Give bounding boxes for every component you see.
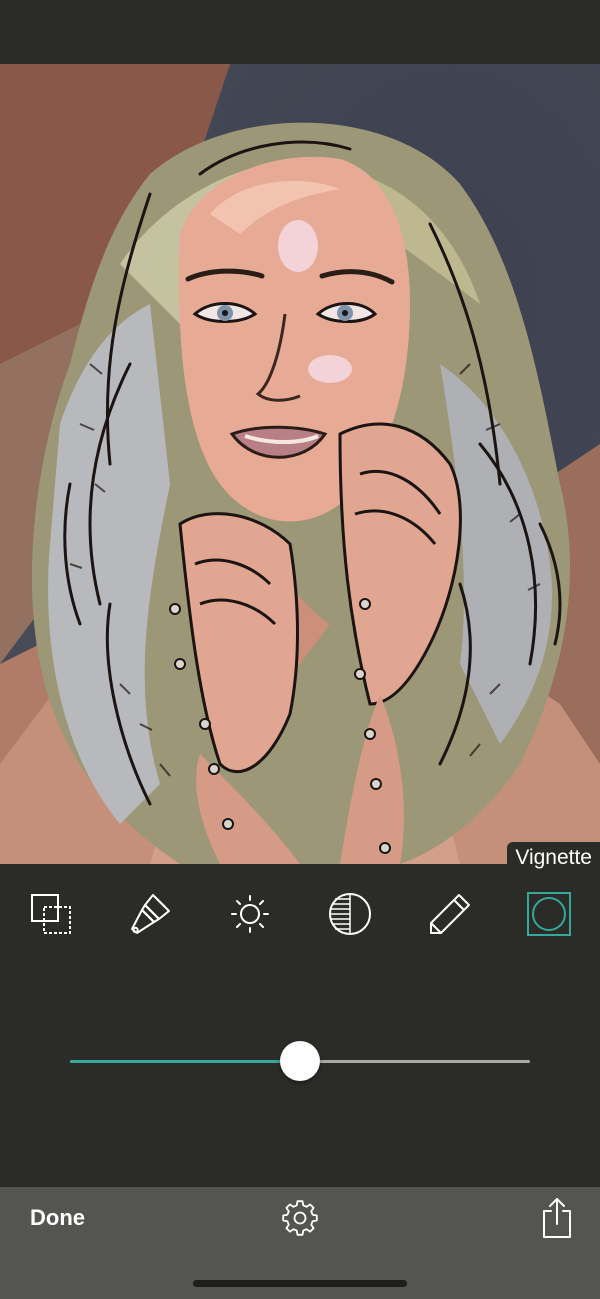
tool-bar <box>0 874 600 954</box>
layers-tool-button[interactable] <box>23 886 79 942</box>
status-bar-area <box>0 0 600 64</box>
paint-brush-icon <box>131 894 170 934</box>
bottom-bar: Done <box>0 1187 600 1299</box>
brightness-tool-button[interactable] <box>222 886 278 942</box>
vignette-tool-button[interactable] <box>521 886 577 942</box>
photo-canvas[interactable] <box>0 64 600 864</box>
pencil-icon <box>430 894 470 934</box>
gear-icon <box>282 1200 318 1236</box>
intensity-slider[interactable] <box>0 1010 600 1120</box>
sun-icon <box>231 895 269 933</box>
slider-fill <box>70 1060 300 1063</box>
done-button[interactable]: Done <box>30 1205 85 1231</box>
vignette-icon <box>527 892 571 936</box>
contrast-tool-button[interactable] <box>322 886 378 942</box>
share-icon <box>543 1198 571 1238</box>
brush-tool-button[interactable] <box>122 886 178 942</box>
slider-thumb[interactable] <box>280 1041 320 1081</box>
tool-tooltip: Vignette <box>507 842 600 874</box>
share-button[interactable] <box>540 1197 574 1239</box>
contrast-icon <box>329 893 371 935</box>
portrait-image <box>0 64 600 864</box>
settings-button[interactable] <box>282 1200 318 1236</box>
home-indicator <box>193 1280 407 1287</box>
pencil-tool-button[interactable] <box>422 886 478 942</box>
layers-icon <box>31 894 71 934</box>
